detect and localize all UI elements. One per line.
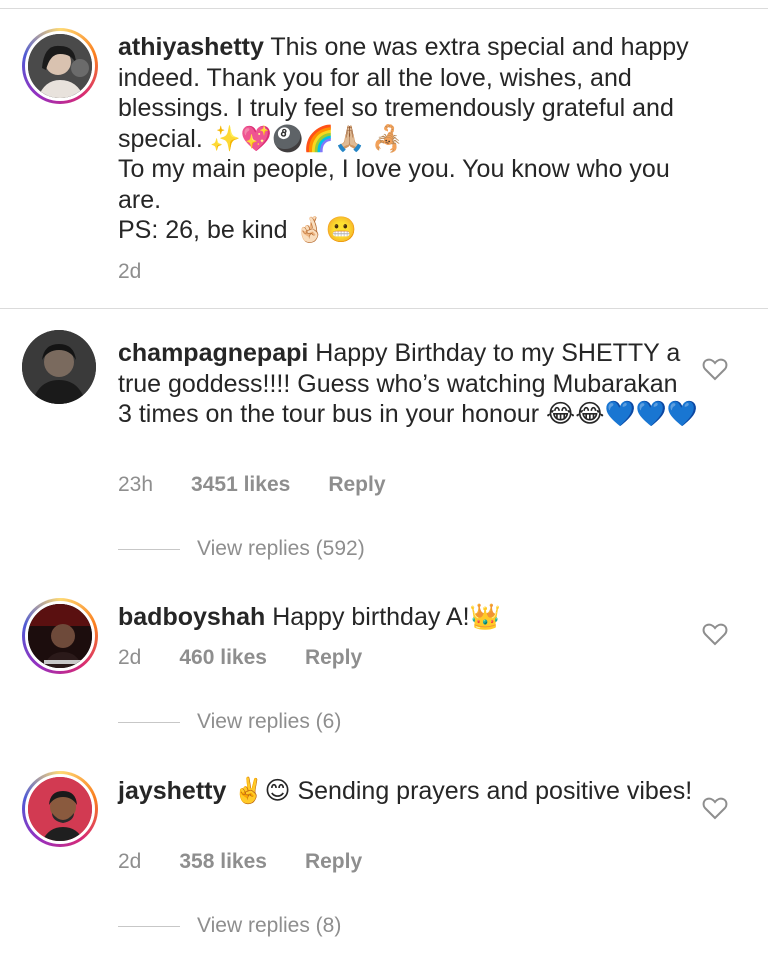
comment-likes[interactable]: 460 likes <box>179 646 267 670</box>
comment-timestamp: 2d <box>118 850 142 873</box>
comment-avatar[interactable] <box>22 771 98 847</box>
profile-photo-icon <box>22 330 96 404</box>
comment-text: champagnepapi Happy Birthday to my SHETT… <box>118 338 698 430</box>
caption-timestamp: 2d <box>118 260 142 283</box>
comment-text: badboyshah Happy birthday A!👑 <box>118 602 698 633</box>
heart-outline-icon[interactable] <box>702 796 728 820</box>
profile-photo-icon <box>28 777 92 841</box>
comment-meta: 23h 3451 likes Reply <box>118 473 386 497</box>
view-replies-label: View replies (8) <box>197 914 342 937</box>
caption-meta: 2d <box>118 260 179 284</box>
comment-timestamp: 2d <box>118 646 142 669</box>
post-caption: athiyashetty This one was extra special … <box>0 8 768 309</box>
heart-outline-icon[interactable] <box>702 357 728 381</box>
caption-body: This one was extra special and happy ind… <box>118 33 689 244</box>
replies-divider <box>118 721 180 723</box>
view-replies-button[interactable]: View replies (592) <box>118 537 365 561</box>
comment-timestamp: 23h <box>118 473 154 496</box>
replies-divider <box>118 925 180 927</box>
replies-divider <box>118 548 180 550</box>
comment-avatar[interactable] <box>22 330 96 404</box>
profile-photo-icon <box>28 34 92 98</box>
comment-likes[interactable]: 3451 likes <box>191 473 290 497</box>
comment-meta: 2d 358 likes Reply <box>118 850 362 874</box>
comment-body: Happy birthday A!👑 <box>265 603 501 631</box>
view-replies-label: View replies (592) <box>197 537 365 560</box>
comment-body: ✌️😊 Sending prayers and positive vibes! <box>226 777 693 805</box>
comment-avatar[interactable] <box>22 598 98 674</box>
reply-button[interactable]: Reply <box>305 850 362 874</box>
reply-button[interactable]: Reply <box>328 473 385 497</box>
view-replies-label: View replies (6) <box>197 710 342 733</box>
profile-photo-icon <box>28 604 92 668</box>
comment-text: jayshetty ✌️😊 Sending prayers and positi… <box>118 776 698 807</box>
comment-meta: 2d 460 likes Reply <box>118 646 362 670</box>
caption-avatar[interactable] <box>22 28 98 104</box>
comment-username[interactable]: badboyshah <box>118 603 265 631</box>
reply-button[interactable]: Reply <box>305 646 362 670</box>
view-replies-button[interactable]: View replies (6) <box>118 710 341 734</box>
comment-likes[interactable]: 358 likes <box>179 850 267 874</box>
caption-username[interactable]: athiyashetty <box>118 33 264 61</box>
comment-username[interactable]: champagnepapi <box>118 339 308 367</box>
heart-outline-icon[interactable] <box>702 622 728 646</box>
comment-username[interactable]: jayshetty <box>118 777 226 805</box>
view-replies-button[interactable]: View replies (8) <box>118 914 341 938</box>
caption-text: athiyashetty This one was extra special … <box>118 32 698 246</box>
